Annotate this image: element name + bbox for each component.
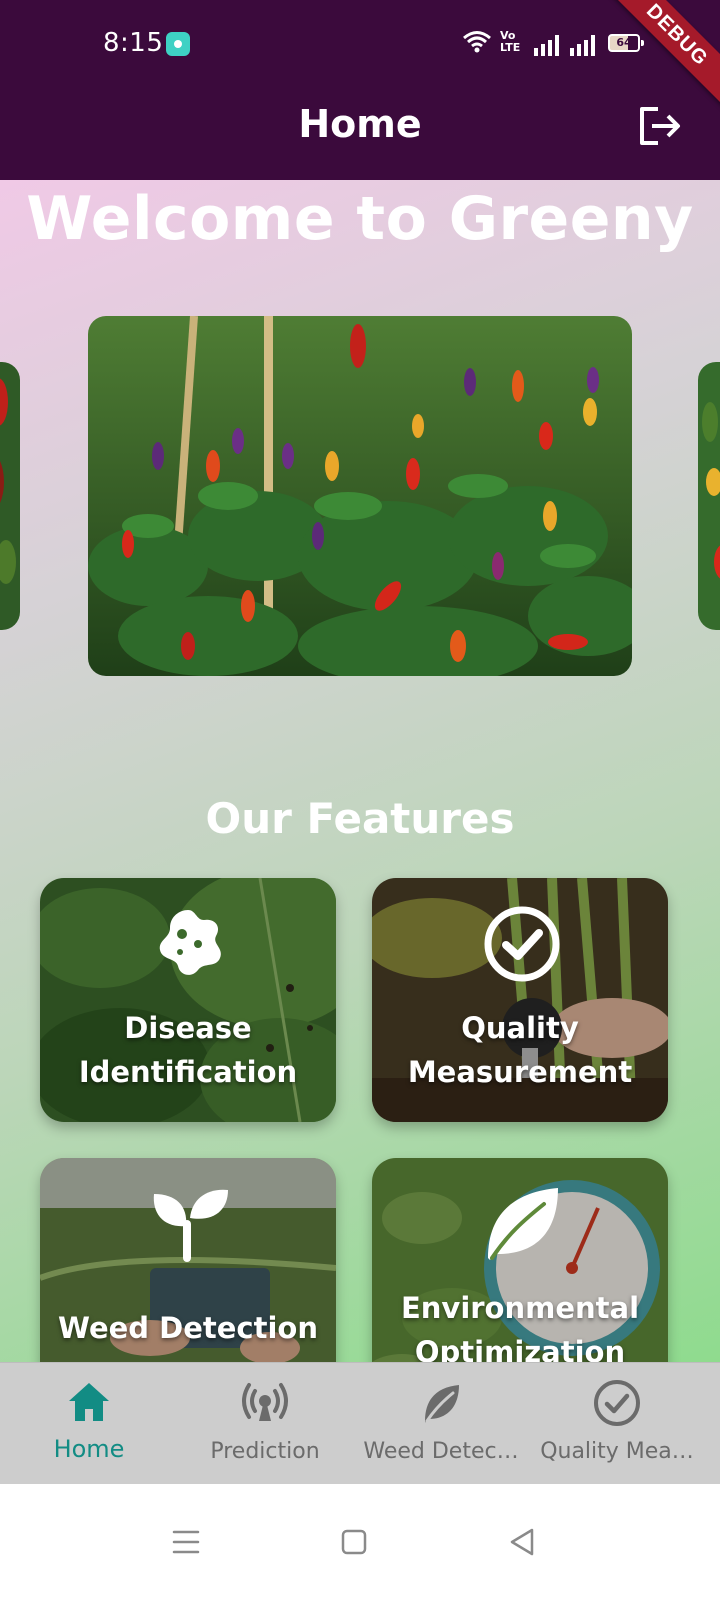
nav-label-prediction: Prediction	[210, 1439, 320, 1464]
signal-icon-2	[570, 35, 595, 56]
home-content[interactable]: Welcome to Greeny Our Features Disease I…	[0, 180, 720, 1362]
carousel-slide-previous[interactable]	[0, 362, 20, 630]
home-icon	[69, 1383, 109, 1421]
card-label-line2: Optimization	[414, 1335, 626, 1362]
logout-icon[interactable]	[638, 106, 682, 146]
feature-card-quality-measurement[interactable]: Quality Measurement	[372, 878, 668, 1122]
battery-icon: 64	[608, 34, 644, 52]
status-time: 8:15	[103, 28, 164, 58]
check-circle-icon	[484, 906, 560, 982]
nav-label-quality-measurement: Quality Mea…	[540, 1439, 694, 1464]
feature-card-disease-identification[interactable]: Disease Identification	[40, 878, 336, 1122]
home-square-icon[interactable]	[334, 1522, 374, 1562]
check-circle-icon	[594, 1380, 640, 1426]
carousel-slide-next[interactable]	[698, 362, 720, 630]
sprout-icon	[153, 1189, 228, 1262]
nav-label-weed-detection: Weed Detec…	[363, 1439, 519, 1464]
nav-item-quality-measurement[interactable]: Quality Mea…	[528, 1363, 706, 1485]
notification-app-icon	[166, 32, 190, 56]
top-bar: 8:15 Vo LTE 64 DEBUG Home	[0, 0, 720, 180]
leaf-icon	[425, 1385, 459, 1423]
card-label-line1: Environmental	[400, 1291, 640, 1325]
nav-item-prediction[interactable]: Prediction	[176, 1363, 354, 1485]
back-triangle-icon[interactable]	[502, 1522, 542, 1562]
card-label-line1: Quality	[461, 1011, 579, 1045]
bottom-navigation: Home Prediction Weed Detec… Quality Mea…	[0, 1362, 720, 1485]
signal-icon	[534, 35, 559, 56]
system-navigation-bar	[0, 1484, 720, 1600]
recents-menu-icon[interactable]	[166, 1522, 206, 1562]
broadcast-icon	[242, 1383, 288, 1421]
nav-label-home: Home	[53, 1435, 125, 1463]
feature-card-environmental-optimization[interactable]: Environmental Optimization	[372, 1158, 668, 1362]
germ-icon	[159, 910, 221, 975]
feature-card-weed-detection[interactable]: Weed Detection	[40, 1158, 336, 1362]
card-label-line1: Weed Detection	[58, 1311, 318, 1345]
leaf-icon	[488, 1188, 558, 1260]
wifi-icon	[463, 31, 491, 53]
volte-icon: Vo LTE	[500, 29, 521, 54]
card-label-line2: Identification	[78, 1055, 298, 1089]
card-label-line2: Measurement	[407, 1055, 633, 1089]
card-label-line1: Disease	[124, 1011, 252, 1045]
carousel-slide[interactable]	[88, 316, 632, 676]
debug-banner: DEBUG	[597, 0, 720, 115]
features-title: Our Features	[205, 794, 515, 843]
page-title: Home	[298, 102, 422, 146]
welcome-title: Welcome to Greeny	[26, 184, 694, 254]
nav-item-weed-detection[interactable]: Weed Detec…	[352, 1363, 530, 1485]
chili-plants-image	[88, 316, 632, 676]
nav-item-home[interactable]: Home	[0, 1363, 178, 1485]
